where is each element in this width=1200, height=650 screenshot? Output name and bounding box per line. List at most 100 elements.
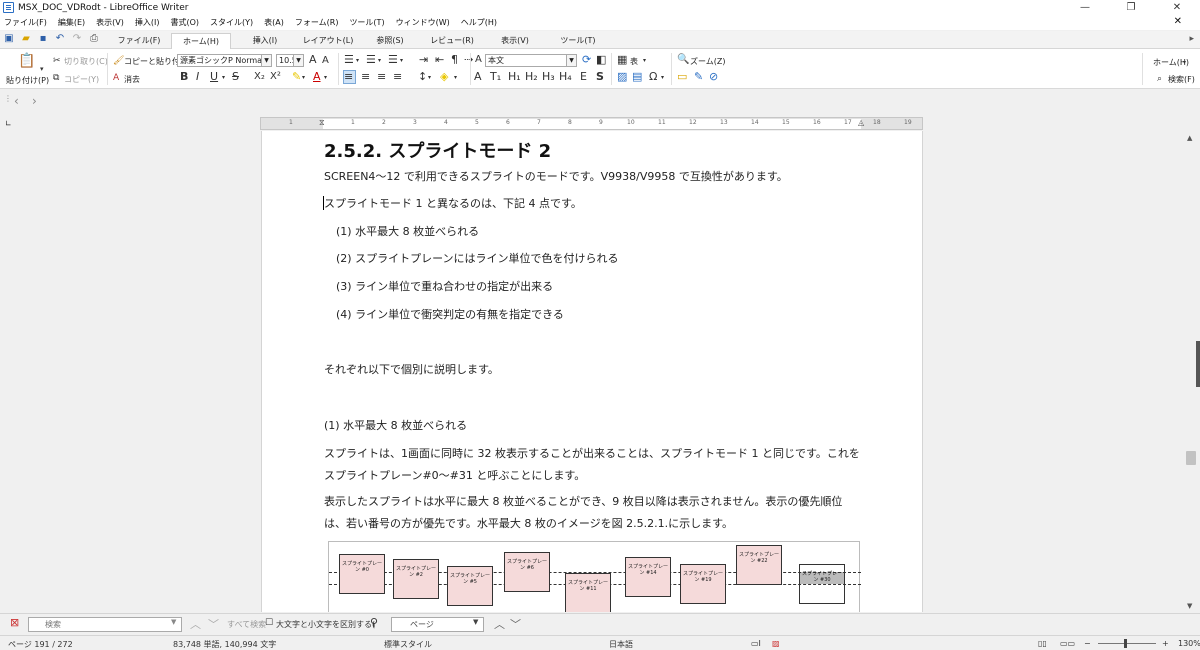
heading3-icon[interactable]: H₃ <box>542 71 555 83</box>
tab-insert[interactable]: 挿入(I) <box>240 33 290 49</box>
ltr-icon[interactable]: ⇢ <box>464 54 473 66</box>
bullet-list-icon[interactable]: ☰ <box>344 54 354 66</box>
menu-file[interactable]: ファイル(F) <box>4 17 47 28</box>
close-findbar-icon[interactable]: ⊠ <box>10 616 19 629</box>
chevron-down-icon[interactable]: ▼ <box>293 55 303 66</box>
word-count[interactable]: 83,748 単語, 140,994 文字 <box>173 639 276 650</box>
tab-file[interactable]: ファイル(F) <box>112 33 166 49</box>
undo-icon[interactable]: ↶ <box>53 33 67 44</box>
decrease-indent-icon[interactable]: ⇤ <box>435 54 444 66</box>
sidebar-toggle-icon[interactable]: ▣ <box>2 33 16 44</box>
clone-formatting-icon[interactable]: 🖌 <box>113 55 124 67</box>
special-character-dropdown-icon[interactable]: ▾ <box>661 72 664 84</box>
cut-button[interactable]: 切り取り(C) <box>64 56 108 67</box>
heading2-icon[interactable]: H₂ <box>525 71 538 83</box>
title-style-icon[interactable]: T₁ <box>490 71 501 83</box>
tab-view[interactable]: 表示(V) <box>490 33 540 49</box>
navigator-icon[interactable]: ⊘ <box>709 71 718 83</box>
track-changes-icon[interactable]: ✎ <box>694 71 703 83</box>
chevron-down-icon[interactable]: ▼ <box>473 618 478 626</box>
emphasis-icon[interactable]: E <box>580 71 587 83</box>
underline-dropdown-icon[interactable]: ▾ <box>222 72 225 84</box>
zoom-icon[interactable]: 🔍 <box>677 54 689 66</box>
zoom-out-icon[interactable]: − <box>1084 639 1091 648</box>
strong-icon[interactable]: S <box>596 71 604 83</box>
update-style-icon[interactable]: ⟳ <box>582 54 591 66</box>
align-left-icon[interactable]: ≡ <box>343 70 356 84</box>
shrink-font-icon[interactable]: A <box>322 55 329 67</box>
menu-table[interactable]: 表(A) <box>264 17 284 28</box>
zoom-slider-thumb[interactable] <box>1124 639 1127 648</box>
language[interactable]: 日本語 <box>609 639 633 650</box>
outline-list-dropdown-icon[interactable]: ▾ <box>400 55 403 67</box>
insert-image-icon[interactable]: ▨ <box>617 71 627 83</box>
zoom-in-icon[interactable]: + <box>1162 639 1169 648</box>
chevron-down-icon[interactable]: ▼ <box>171 618 176 626</box>
zoom-button-label[interactable]: ズーム(Z) <box>690 56 725 67</box>
styles-icon[interactable]: A <box>475 54 482 66</box>
copy-icon[interactable]: ⧉ <box>53 72 59 84</box>
right-indent-marker-icon[interactable]: ◬ <box>858 118 864 127</box>
indent-marker-icon[interactable]: ⧖ <box>319 118 325 128</box>
print-icon[interactable]: ⎙ <box>87 33 101 44</box>
table-dropdown-icon[interactable]: ▾ <box>643 55 646 67</box>
scroll-up-icon[interactable]: ▲ <box>1187 134 1192 142</box>
find-previous-icon[interactable]: ︿ <box>190 616 201 632</box>
align-center-icon[interactable]: ≡ <box>361 71 370 83</box>
comment-icon[interactable]: ▭ <box>677 71 687 83</box>
default-paragraph-icon[interactable]: A <box>474 71 482 83</box>
tab-home[interactable]: ホーム(H) <box>171 33 231 50</box>
tab-tools[interactable]: ツール(T) <box>553 33 603 49</box>
tab-stop-icon[interactable]: ∟ <box>5 119 12 128</box>
bold-icon[interactable]: B <box>180 71 188 83</box>
tab-review[interactable]: レビュー(R) <box>426 33 478 49</box>
save-icon[interactable]: ▪ <box>36 33 50 44</box>
redo-icon[interactable]: ↷ <box>70 33 84 44</box>
menu-help[interactable]: ヘルプ(H) <box>461 17 497 28</box>
justify-icon[interactable]: ≡ <box>393 71 402 83</box>
heading4-icon[interactable]: H₄ <box>559 71 572 83</box>
bullet-list-dropdown-icon[interactable]: ▾ <box>356 55 359 67</box>
clear-formatting-button[interactable]: 消去 <box>124 74 140 85</box>
paragraph-background-icon[interactable]: ◈ <box>440 71 448 83</box>
horizontal-ruler[interactable]: ⧖ ◬ 1 1 2 3 4 5 6 7 8 9 10 11 12 13 14 1… <box>260 117 923 130</box>
sidebar-handle[interactable] <box>1196 341 1200 387</box>
navigate-next-icon[interactable]: ﹀ <box>510 616 521 632</box>
find-replace-icon[interactable]: ⚲ <box>370 616 378 629</box>
find-input[interactable] <box>28 617 182 632</box>
vertical-scrollbar[interactable]: ▲ ▼ <box>1182 131 1200 612</box>
scroll-down-icon[interactable]: ▼ <box>1187 602 1192 610</box>
numbered-list-icon[interactable]: ☰ <box>366 54 376 66</box>
open-icon[interactable]: ▰ <box>19 33 33 44</box>
table-icon[interactable]: ▦ <box>617 54 627 66</box>
menu-window[interactable]: ウィンドウ(W) <box>396 17 450 28</box>
numbered-list-dropdown-icon[interactable]: ▾ <box>378 55 381 67</box>
superscript-icon[interactable]: X² <box>270 71 281 83</box>
chevron-left-icon[interactable]: ‹ <box>14 94 19 108</box>
subscript-icon[interactable]: X₂ <box>254 71 265 83</box>
chevron-right-icon[interactable]: ▸ <box>1189 34 1194 44</box>
tab-layout[interactable]: レイアウト(L) <box>300 33 356 49</box>
home-menu-dropdown-icon[interactable]: ▾ <box>1183 57 1186 69</box>
special-character-icon[interactable]: Ω <box>649 71 657 83</box>
italic-icon[interactable]: I <box>196 71 199 83</box>
menu-format[interactable]: 書式(O) <box>170 17 199 28</box>
minimize-button[interactable]: — <box>1062 0 1108 15</box>
menu-edit[interactable]: 編集(E) <box>58 17 85 28</box>
paragraph-style-combobox[interactable]: 本文 ▼ <box>485 54 577 67</box>
copy-button[interactable]: コピー(Y) <box>64 74 99 85</box>
page-count[interactable]: ページ 191 / 272 <box>8 639 73 650</box>
scrollbar-thumb[interactable] <box>1186 451 1196 465</box>
restore-button[interactable]: ❐ <box>1108 0 1154 15</box>
increase-indent-icon[interactable]: ⇥ <box>419 54 428 66</box>
paste-dropdown-icon[interactable]: ▾ <box>40 63 44 75</box>
font-color-icon[interactable]: A <box>313 71 321 83</box>
multi-page-view-icon[interactable]: ▭▭ <box>1060 639 1075 648</box>
paste-icon[interactable]: 📋 <box>18 54 35 68</box>
find-all-button[interactable]: すべて検索 <box>227 619 266 630</box>
tab-references[interactable]: 参照(S) <box>365 33 415 49</box>
heading1-icon[interactable]: H₁ <box>508 71 521 83</box>
match-case-checkbox[interactable]: ☐ <box>265 618 273 628</box>
strikethrough-icon[interactable]: S <box>232 71 239 83</box>
font-size-combobox[interactable]: 10.5 ▼ <box>276 54 304 67</box>
